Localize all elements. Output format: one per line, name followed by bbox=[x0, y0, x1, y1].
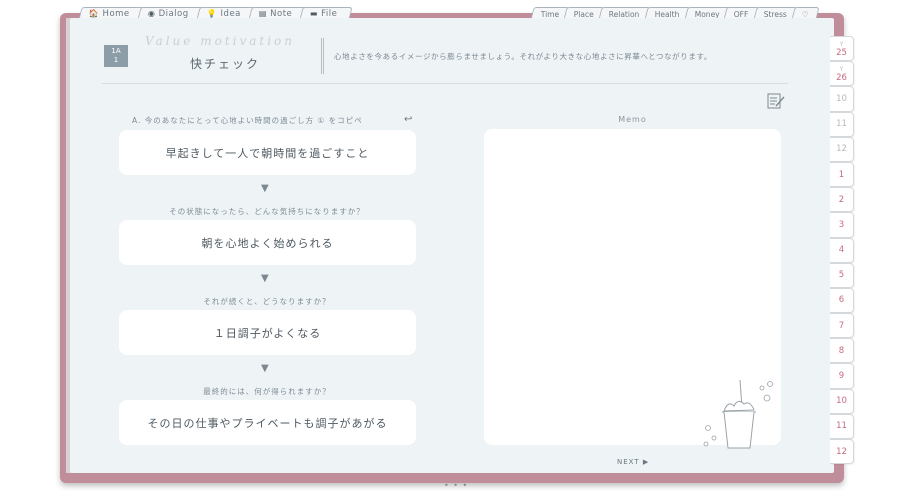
side-tab-month-10[interactable]: 10 bbox=[830, 86, 854, 112]
question-3: それが続くと、どうなりますか？ bbox=[203, 297, 331, 306]
dialog-icon: ◉ bbox=[147, 9, 156, 18]
side-tab-month-6[interactable]: 6 bbox=[830, 287, 854, 314]
page-description: 心地よさを今あるイメージから膨らませましょう。それがより大きな心地よさに昇華へと… bbox=[334, 52, 712, 61]
next-button[interactable]: NEXT ▶ bbox=[617, 458, 649, 466]
side-tab-month-3[interactable]: 3 bbox=[830, 212, 854, 238]
folder-icon: ▬ bbox=[309, 9, 318, 18]
page-handle-dots: • • • bbox=[444, 481, 469, 490]
month-badge-top: 1A bbox=[111, 47, 121, 55]
memo-label: Memo bbox=[618, 115, 647, 124]
answer-field-1[interactable]: 早起きして一人で朝時間を過ごすこと bbox=[119, 130, 416, 175]
arrow-down-icon: ▼ bbox=[261, 183, 269, 194]
arrow-down-icon: ▼ bbox=[261, 273, 269, 284]
side-tab-month-4[interactable]: 4 bbox=[830, 237, 854, 263]
side-tab-month-10b[interactable]: 10 bbox=[830, 388, 854, 414]
memo-edit-icon[interactable] bbox=[767, 92, 785, 112]
home-icon: 🏠 bbox=[88, 9, 100, 18]
side-tab-month-2[interactable]: 2 bbox=[830, 187, 854, 213]
side-tab-month-5[interactable]: 5 bbox=[830, 262, 854, 288]
month-badge[interactable]: 1A 1 bbox=[104, 45, 128, 67]
script-heading: Value motivation bbox=[145, 34, 296, 48]
page-title: 快チェック bbox=[189, 57, 260, 71]
notepad-icon: ▤ bbox=[258, 9, 267, 18]
header-divider bbox=[321, 38, 324, 74]
answer-field-2[interactable]: 朝を心地よく始められる bbox=[119, 220, 416, 265]
side-tab-month-1[interactable]: 1 bbox=[830, 161, 854, 188]
undo-icon[interactable]: ↩ bbox=[404, 114, 412, 125]
question-1: A. 今のあなたにとって心地よい時間の過ごし方 ① をコピペ bbox=[132, 116, 363, 125]
question-2: その状態になったら、どんな気持ちになりますか？ bbox=[169, 207, 365, 216]
header-rule bbox=[102, 83, 788, 84]
side-tab-month-12b[interactable]: 12 bbox=[830, 439, 854, 465]
lightbulb-icon: 💡 bbox=[206, 9, 217, 18]
side-tab-month-7[interactable]: 7 bbox=[830, 313, 854, 339]
answer-field-4[interactable]: その日の仕事やプライベートも調子があがる bbox=[119, 400, 416, 445]
month-tab-column: Y 25 Y 26 10 11 12 1 2 3 4 5 6 7 8 9 10 11… bbox=[830, 36, 854, 465]
arrow-down-icon: ▼ bbox=[261, 363, 269, 374]
side-tab-year-25[interactable]: Y 25 bbox=[830, 36, 854, 62]
iced-drink-icon bbox=[703, 379, 773, 449]
side-tab-year-26[interactable]: Y 26 bbox=[830, 61, 854, 87]
question-4: 最終的には、何が得られますか？ bbox=[203, 387, 331, 396]
side-tab-month-11b[interactable]: 11 bbox=[830, 413, 854, 439]
side-tab-month-9[interactable]: 9 bbox=[830, 363, 854, 389]
side-tab-month-8[interactable]: 8 bbox=[830, 338, 854, 364]
answer-field-3[interactable]: １日調子がよくなる bbox=[119, 310, 416, 355]
month-badge-bottom: 1 bbox=[113, 56, 119, 64]
side-tab-month-11[interactable]: 11 bbox=[830, 111, 854, 137]
side-tab-month-12[interactable]: 12 bbox=[830, 136, 854, 162]
